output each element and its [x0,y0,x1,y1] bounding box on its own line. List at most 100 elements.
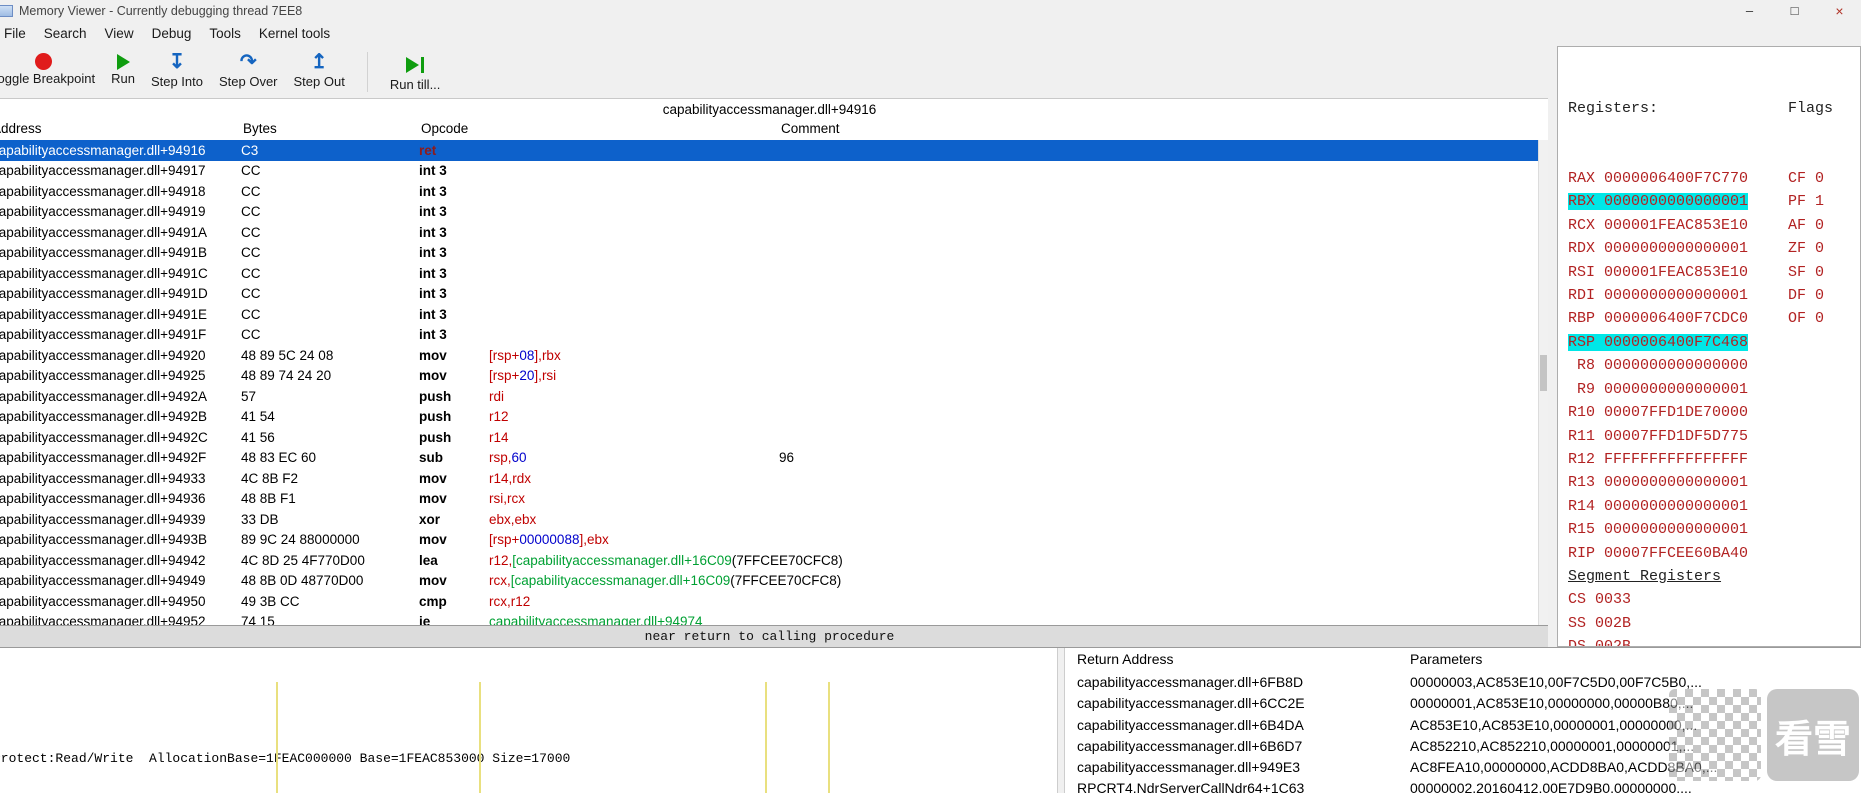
stack-row[interactable]: capabilityaccessmanager.dll+949E3 AC8FEA1… [1065,757,1861,778]
disasm-opcode: int 3 [419,306,447,322]
disasm-row[interactable]: capabilityaccessmanager.dll+9491F CC int 3 [0,325,1548,346]
disasm-row[interactable]: capabilityaccessmanager.dll+9491A CC int 3 [0,222,1548,243]
register-r14[interactable]: R14 0000000000000001 [1568,495,1860,518]
disasm-arg: (7FFCEE70CFC8) [731,552,843,568]
menu-file[interactable]: File [0,22,35,46]
disasm-address: capabilityaccessmanager.dll+9492F [0,450,207,466]
disasm-args: rsp,60 [489,450,779,465]
disasm-row[interactable]: capabilityaccessmanager.dll+9492B 41 54 pu… [0,407,1548,428]
register-rip[interactable]: RIP 00007FFCEE60BA40 [1568,542,1860,565]
segment-cs[interactable]: CS 0033 [1568,588,1860,611]
flag-cf[interactable]: CF 0 [1788,167,1860,190]
menu-debug[interactable]: Debug [143,22,201,46]
disasm-bytes: CC [241,245,261,261]
close-button[interactable]: × [1817,0,1861,22]
disasm-row[interactable]: capabilityaccessmanager.dll+9492A 57 push r… [0,386,1548,407]
column-header-comment: Comment [781,121,840,136]
disasm-row[interactable]: capabilityaccessmanager.dll+9492C 41 56 pu… [0,427,1548,448]
disasm-bytes: CC [241,163,261,179]
disasm-bytes: 41 54 [241,409,275,425]
disasm-opcode: push [419,429,452,445]
disasm-bytes: CC [241,306,261,322]
disassembler-scrollbar[interactable] [1538,140,1548,625]
breakpoint-button[interactable]: Toggle Breakpoint [0,49,103,98]
disasm-row[interactable]: capabilityaccessmanager.dll+9493B 89 9C 2… [0,530,1548,551]
stack-parameters: 00000002,20160412,00E7D9B0,00000000,... [1410,780,1692,793]
stack-row[interactable]: capabilityaccessmanager.dll+6FB8D 0000000… [1065,672,1861,693]
segment-ss[interactable]: SS 002B [1568,612,1860,635]
disasm-args: ebx,ebx [489,512,779,527]
disasm-opcode: push [419,388,452,404]
flag-of[interactable]: OF 0 [1788,307,1860,330]
disasm-row[interactable]: capabilityaccessmanager.dll+94916 C3 ret [0,140,1548,161]
register-r13[interactable]: R13 0000000000000001 [1568,471,1860,494]
register-r15[interactable]: R15 0000000000000001 [1568,518,1860,541]
window-title: Memory Viewer - Currently debugging thre… [19,4,303,18]
disasm-address: capabilityaccessmanager.dll+9491C [0,265,208,281]
disasm-row[interactable]: capabilityaccessmanager.dll+94919 CC int 3 [0,202,1548,223]
segment-ds[interactable]: DS 002B [1568,635,1860,646]
stack-row[interactable]: capabilityaccessmanager.dll+6CC2E 0000000… [1065,693,1861,714]
disassembler-title: capabilityaccessmanager.dll+94916 [662,102,877,117]
pane-splitter[interactable] [1057,648,1065,793]
menu-tools[interactable]: Tools [200,22,250,46]
disasm-row[interactable]: capabilityaccessmanager.dll+94917 CC int 3 [0,161,1548,182]
register-r10[interactable]: R10 00007FFD1DE70000 [1568,401,1860,424]
disasm-row[interactable]: capabilityaccessmanager.dll+94918 CC int 3 [0,181,1548,202]
menu-kernel-tools[interactable]: Kernel tools [250,22,339,46]
register-value: RSP 0000006400F7C468 [1568,333,1749,351]
step-out-button[interactable]: ↥ Step Out [286,49,353,98]
disasm-arg: rcx,r12 [489,593,531,609]
maximize-button[interactable]: □ [1772,0,1817,22]
flag-pf[interactable]: PF 1 [1788,190,1860,213]
disasm-row[interactable]: capabilityaccessmanager.dll+9491E CC int 3 [0,304,1548,325]
register-r9[interactable]: R9 0000000000000001 [1568,378,1860,401]
minimize-button[interactable]: – [1727,0,1772,22]
register-value: R14 0000000000000001 [1568,497,1749,515]
menu-search[interactable]: Search [35,22,96,46]
disasm-row[interactable]: capabilityaccessmanager.dll+9491C CC int 3 [0,263,1548,284]
stack-row[interactable]: capabilityaccessmanager.dll+6B6D7 AC85221… [1065,736,1861,757]
disasm-row[interactable]: capabilityaccessmanager.dll+94949 48 8B 0… [0,571,1548,592]
disasm-args: rsi,rcx [489,491,779,506]
step-into-button[interactable]: ↧ Step Into [143,49,211,98]
disasm-address: capabilityaccessmanager.dll+94917 [0,163,206,179]
column-header-bytes: Bytes [243,121,277,136]
register-value: R8 0000000000000000 [1568,357,1749,375]
stack-row[interactable]: capabilityaccessmanager.dll+6B4DA AC853E1… [1065,715,1861,736]
step-over-button[interactable]: ↷ Step Over [211,49,286,98]
disasm-row[interactable]: capabilityaccessmanager.dll+94952 74 15 je… [0,612,1548,625]
disasm-row[interactable]: capabilityaccessmanager.dll+9491B CC int 3 [0,243,1548,264]
register-value: RBP 0000006400F7CDC0 [1568,310,1749,328]
menu-view[interactable]: View [96,22,143,46]
screen: Memory Viewer - Currently debugging thre… [0,0,1861,793]
flag-zf[interactable]: ZF 0 [1788,237,1860,260]
toolbar-separator [366,52,368,92]
stack-row[interactable]: RPCRT4.NdrServerCallNdr64+1C63 00000002,2… [1065,778,1861,793]
register-r12[interactable]: R12 FFFFFFFFFFFFFFFF [1568,448,1860,471]
run-button[interactable]: Run [103,49,143,98]
disasm-row[interactable]: capabilityaccessmanager.dll+94950 49 3B C… [0,591,1548,612]
disasm-arg: [rsp+ [489,347,520,363]
register-r11[interactable]: R11 00007FFD1DF5D775 [1568,425,1860,448]
disasm-address: capabilityaccessmanager.dll+94952 [0,614,206,625]
disassembler-status-bar: near return to calling procedure [0,625,1548,647]
disasm-row[interactable]: capabilityaccessmanager.dll+9491D CC int 3 [0,284,1548,305]
step-over-icon: ↷ [239,51,257,73]
disasm-arg: r12 [489,409,509,425]
flag-df[interactable]: DF 0 [1788,284,1860,307]
disasm-row[interactable]: capabilityaccessmanager.dll+9492F 48 83 E… [0,448,1548,469]
flag-af[interactable]: AF 0 [1788,214,1860,237]
disasm-row[interactable]: capabilityaccessmanager.dll+94933 4C 8B F… [0,468,1548,489]
disasm-row[interactable]: capabilityaccessmanager.dll+94939 33 DB xo… [0,509,1548,530]
disasm-arg: ebx,ebx [489,511,537,527]
register-value: R9 0000000000000001 [1568,380,1749,398]
scrollbar-thumb[interactable] [1540,355,1547,391]
flag-sf[interactable]: SF 0 [1788,261,1860,284]
register-value: R11 00007FFD1DF5D775 [1568,427,1749,445]
disasm-row[interactable]: capabilityaccessmanager.dll+94925 48 89 7… [0,366,1548,387]
disasm-row[interactable]: capabilityaccessmanager.dll+94942 4C 8D 2… [0,550,1548,571]
disasm-row[interactable]: capabilityaccessmanager.dll+94920 48 89 5… [0,345,1548,366]
run-till-button[interactable]: Run till... [382,49,449,98]
disasm-row[interactable]: capabilityaccessmanager.dll+94936 48 8B F… [0,489,1548,510]
